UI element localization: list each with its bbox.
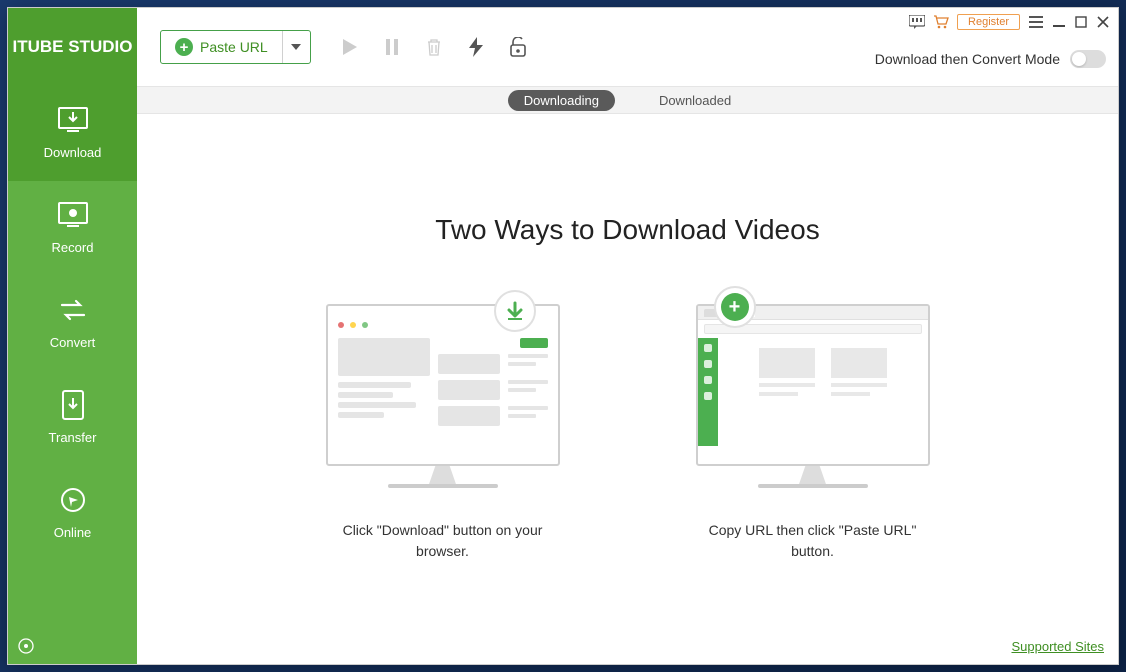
sidebar-item-record[interactable]: Record: [8, 181, 137, 276]
paste-url-button-group: + Paste URL: [160, 30, 311, 64]
paste-url-dropdown[interactable]: [282, 31, 310, 63]
titlebar-right: Register: [909, 14, 1110, 30]
methods-row: Click "Download" button on your browser.: [308, 304, 948, 562]
sidebar-label: Online: [54, 525, 92, 540]
toolbar-icons: [341, 38, 527, 56]
minimize-button[interactable]: [1052, 15, 1066, 29]
sidebar-item-download[interactable]: Download: [8, 86, 137, 181]
download-icon: [57, 107, 89, 133]
illustration-browser: [326, 304, 560, 488]
sidebar-label: Convert: [50, 335, 96, 350]
play-icon[interactable]: [341, 38, 359, 56]
body-area: Download Record Convert Transfer: [8, 86, 1118, 664]
method-paste-url: + Copy URL then click "Paste URL" button…: [678, 304, 948, 562]
app-logo: ITUBE STUDIO: [8, 8, 137, 86]
illustration-paste: +: [696, 304, 930, 488]
download-badge-icon: [494, 290, 536, 332]
tabbar: Downloading Downloaded: [137, 86, 1118, 114]
tab-downloading[interactable]: Downloading: [508, 90, 615, 111]
tab-downloaded[interactable]: Downloaded: [643, 90, 747, 111]
close-button[interactable]: [1096, 15, 1110, 29]
plus-icon: +: [175, 38, 193, 56]
transfer-icon: [57, 392, 89, 418]
pause-icon[interactable]: [383, 38, 401, 56]
trash-icon[interactable]: [425, 38, 443, 56]
paste-url-button[interactable]: + Paste URL: [161, 31, 282, 63]
method-browser: Click "Download" button on your browser.: [308, 304, 578, 562]
turbo-icon[interactable]: [467, 38, 485, 56]
top-area: ITUBE STUDIO + Paste URL: [8, 8, 1118, 86]
paste-url-label: Paste URL: [200, 39, 268, 55]
content: Downloading Downloaded Two Ways to Downl…: [137, 86, 1118, 664]
toolbar: + Paste URL: [137, 8, 1118, 86]
sidebar-item-online[interactable]: Online: [8, 466, 137, 561]
supported-sites-label: Supported Sites: [1011, 639, 1104, 654]
sidebar: Download Record Convert Transfer: [8, 86, 137, 664]
menu-icon[interactable]: [1028, 14, 1044, 30]
tab-label: Downloading: [524, 93, 599, 108]
app-window: ITUBE STUDIO + Paste URL: [7, 7, 1119, 665]
sidebar-label: Record: [52, 240, 94, 255]
sidebar-label: Transfer: [49, 430, 97, 445]
record-icon: [57, 202, 89, 228]
method-caption: Copy URL then click "Paste URL" button.: [688, 520, 938, 562]
sidebar-item-transfer[interactable]: Transfer: [8, 371, 137, 466]
register-label: Register: [968, 16, 1009, 28]
sidebar-bottom: [8, 628, 137, 664]
feedback-icon[interactable]: [909, 14, 925, 30]
tab-label: Downloaded: [659, 93, 731, 108]
sidebar-item-convert[interactable]: Convert: [8, 276, 137, 371]
settings-icon[interactable]: [18, 638, 34, 654]
online-icon: [57, 487, 89, 513]
convert-mode-toggle[interactable]: [1070, 50, 1106, 68]
headline: Two Ways to Download Videos: [435, 214, 819, 246]
convert-icon: [57, 297, 89, 323]
unlock-icon[interactable]: [509, 38, 527, 56]
app-name-label: ITUBE STUDIO: [13, 37, 133, 57]
cart-icon[interactable]: [933, 14, 949, 30]
add-badge-icon: +: [714, 286, 756, 328]
convert-mode-label: Download then Convert Mode: [875, 51, 1060, 67]
register-button[interactable]: Register: [957, 14, 1020, 30]
sidebar-label: Download: [44, 145, 102, 160]
main-area: Two Ways to Download Videos: [137, 114, 1118, 664]
supported-sites-link[interactable]: Supported Sites: [1011, 639, 1104, 654]
maximize-button[interactable]: [1074, 15, 1088, 29]
method-caption: Click "Download" button on your browser.: [318, 520, 568, 562]
convert-mode-row: Download then Convert Mode: [875, 50, 1106, 68]
